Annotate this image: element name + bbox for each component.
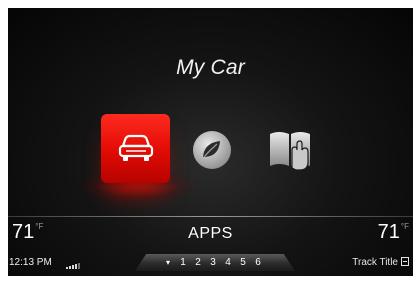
efficiency-app-button[interactable] — [191, 129, 233, 171]
passenger-temp-unit: °F — [400, 222, 409, 231]
signal-bars-icon — [66, 263, 80, 269]
passenger-temperature[interactable]: 71°F — [378, 221, 409, 244]
apps-menu-label[interactable]: APPS — [8, 225, 413, 243]
track-title: Track Title — [352, 257, 398, 268]
preset-4[interactable]: 4 — [222, 257, 234, 268]
leaf-icon — [193, 131, 231, 169]
book-hand-icon — [270, 132, 310, 171]
preset-1[interactable]: 1 — [177, 257, 189, 268]
preset-6[interactable]: 6 — [252, 257, 264, 268]
my-car-app-button[interactable] — [101, 114, 170, 183]
clock: 12:13 PM — [9, 257, 52, 268]
infotainment-screen: My Car 71°F APPS 71°F 12:13 PM ▾ 1 2 3 4… — [8, 8, 413, 276]
divider — [8, 216, 413, 217]
preset-3[interactable]: 3 — [207, 257, 219, 268]
preset-2[interactable]: 2 — [192, 257, 204, 268]
page-title: My Car — [176, 56, 245, 79]
manual-app-button[interactable] — [266, 124, 316, 174]
bottom-status-bar: 12:13 PM ▾ 1 2 3 4 5 6 Track Title — [8, 252, 413, 276]
passenger-temp-value: 71 — [377, 221, 400, 243]
track-info-icon — [401, 257, 409, 266]
radio-preset-strip[interactable]: ▾ 1 2 3 4 5 6 — [135, 254, 295, 271]
preset-expand-arrow-icon[interactable]: ▾ — [166, 258, 170, 267]
car-icon — [118, 134, 153, 161]
preset-5[interactable]: 5 — [237, 257, 249, 268]
now-playing[interactable]: Track Title — [352, 257, 409, 268]
